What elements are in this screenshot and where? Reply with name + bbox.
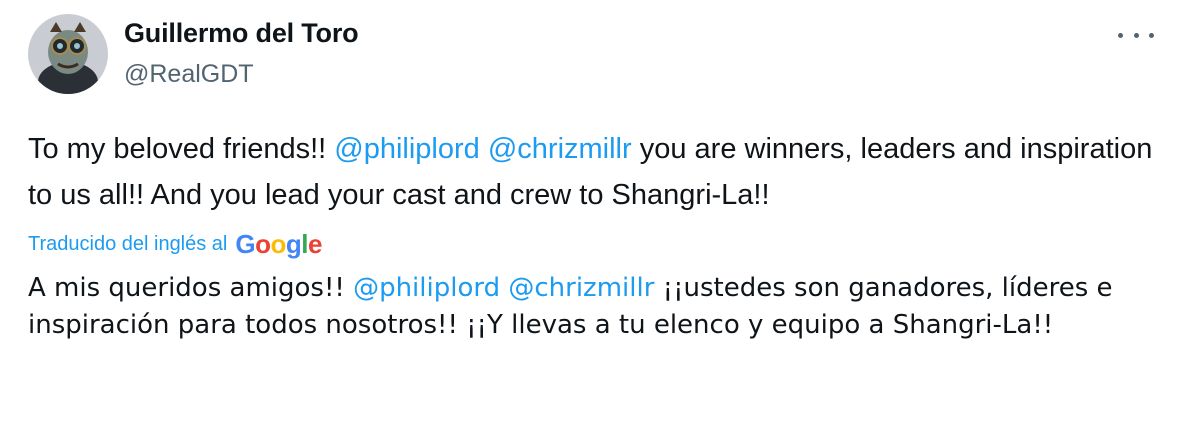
author-name[interactable]: Guillermo del Toro (124, 18, 359, 49)
tweet-text-part: To my beloved friends!! (28, 133, 335, 165)
author-handle[interactable]: @RealGDT (124, 60, 254, 89)
dot (1133, 32, 1139, 38)
avatar-icon (28, 14, 108, 94)
tweet-text: To my beloved friends!! @philiplord @chr… (28, 126, 1168, 218)
more-options-icon[interactable] (1118, 26, 1154, 44)
mention-link[interactable]: @philiplord (334, 133, 480, 165)
dot (1149, 32, 1154, 38)
translation-text-part: A mis queridos amigos!! (28, 273, 354, 303)
avatar[interactable] (28, 14, 108, 94)
translation-notice[interactable]: Traducido del inglés al Google (28, 229, 322, 260)
google-logo: Google (235, 229, 322, 259)
dot (1118, 32, 1123, 38)
mention-link[interactable]: @chrizmillr (488, 133, 632, 165)
mention-link[interactable]: @chrizmillr (508, 273, 654, 303)
translated-text: A mis queridos amigos!! @philiplord @chr… (28, 270, 1168, 344)
mention-link[interactable]: @philiplord (353, 273, 500, 303)
translation-label: Traducido del inglés al (28, 233, 228, 255)
